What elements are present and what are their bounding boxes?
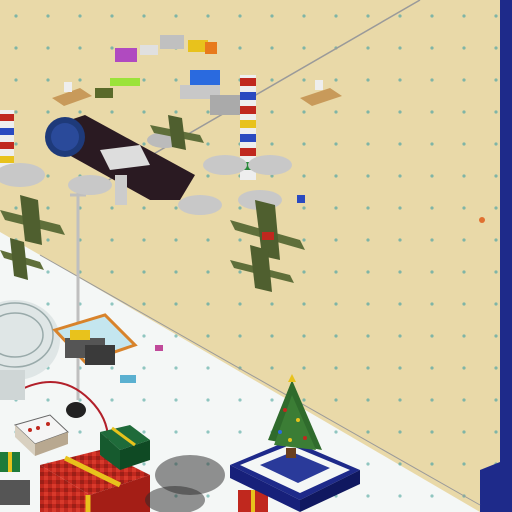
boundary-wall-right xyxy=(500,0,512,512)
blue-cube[interactable] xyxy=(297,195,305,203)
small-item[interactable] xyxy=(479,217,485,223)
boundary-wall-corner xyxy=(480,462,500,512)
flag-tower-left[interactable] xyxy=(0,110,14,170)
blue-cube-2[interactable] xyxy=(120,375,136,383)
blue-cube-3[interactable] xyxy=(155,345,163,351)
game-viewport[interactable] xyxy=(0,0,512,512)
